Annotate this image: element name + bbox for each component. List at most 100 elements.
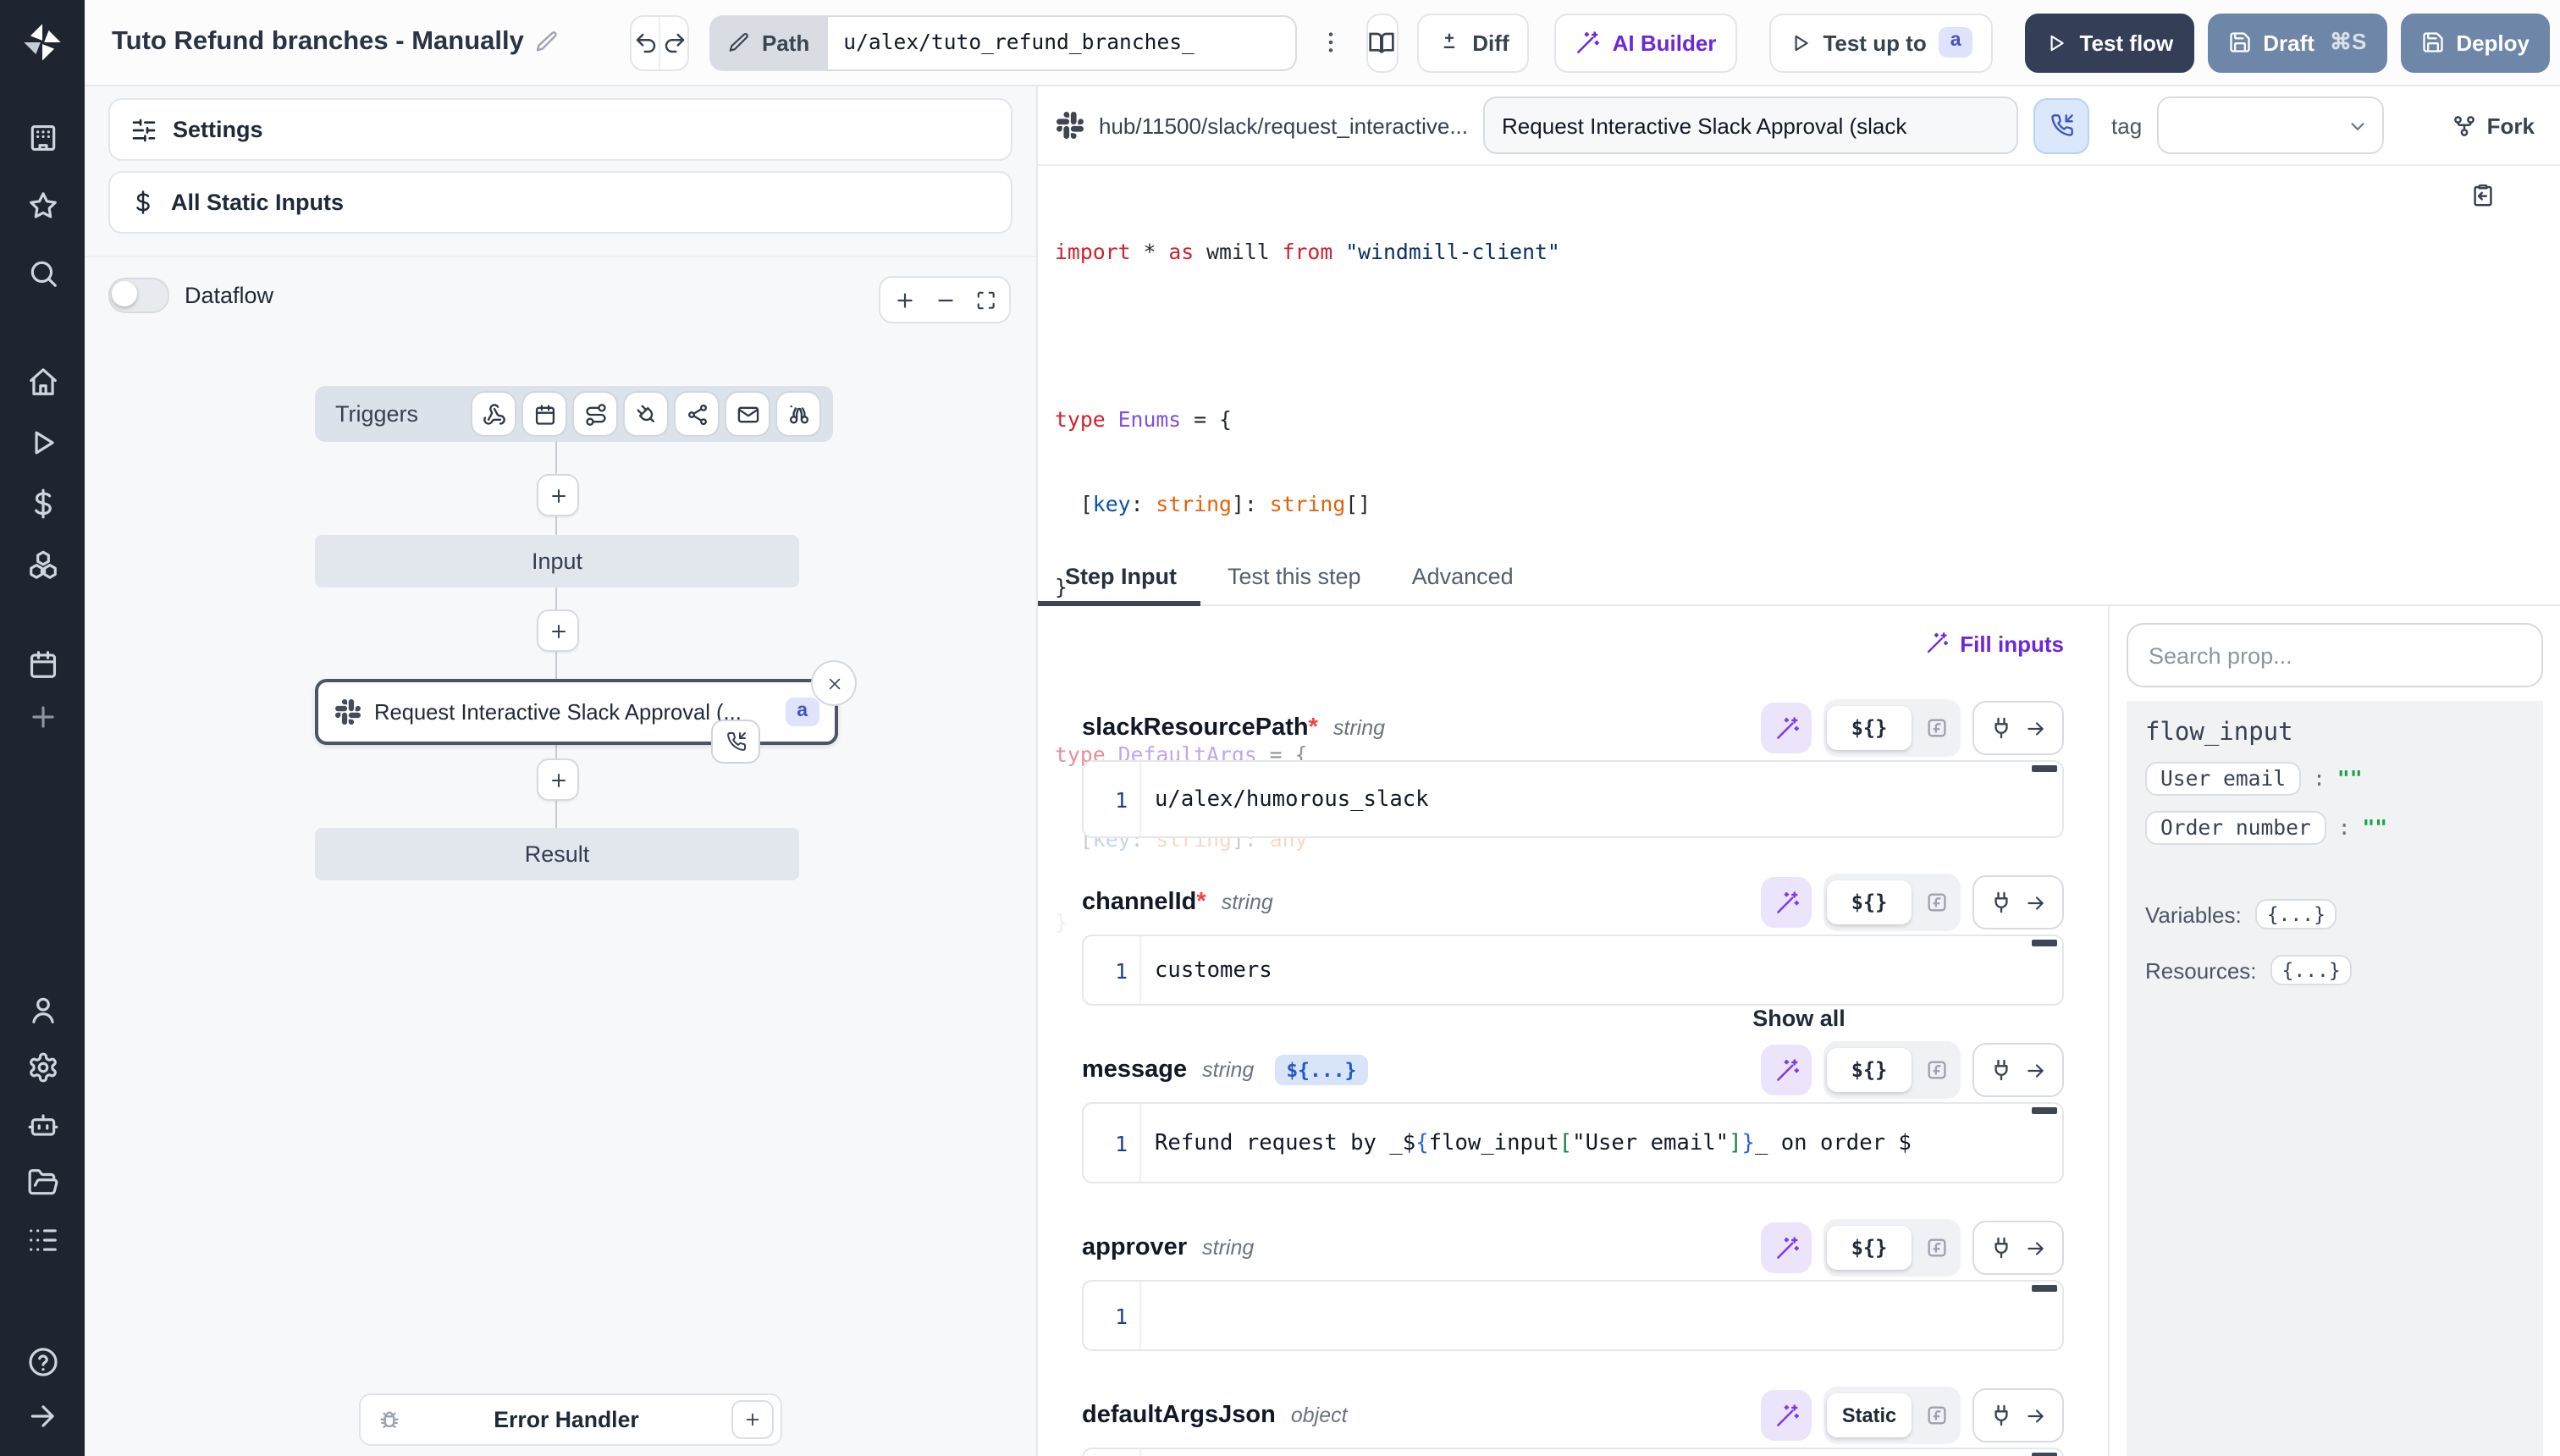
step-name-input[interactable]: Request Interactive Slack Approval (slac… [1483, 97, 2018, 154]
deploy-button[interactable]: Deploy [2400, 13, 2550, 72]
email-icon[interactable] [726, 393, 769, 435]
tab-test-this-step[interactable]: Test this step [1224, 549, 1365, 604]
editor-scroll-indicator [2032, 1107, 2057, 1114]
function-icon[interactable] [1915, 1048, 1957, 1092]
mode-expr-segment[interactable]: ${} [1827, 1048, 1912, 1092]
diff-button[interactable]: Diff [1416, 13, 1529, 72]
websocket-plug-icon[interactable] [625, 393, 667, 435]
connect-input-button[interactable] [1972, 1043, 2064, 1097]
more-options-kebab-icon[interactable] [1317, 17, 1344, 68]
flow-graph-panel: Settings All Static Inputs Dataflow [85, 86, 1038, 1456]
function-icon[interactable] [1915, 1226, 1957, 1270]
tag-label: tag [2111, 113, 2142, 138]
tag-select[interactable] [2157, 97, 2384, 154]
template-expression-badge: ${...} [1274, 1055, 1368, 1085]
test-flow-button[interactable]: Test flow [2026, 13, 2194, 72]
expand-sidebar-arrow-icon[interactable] [17, 1390, 68, 1441]
ai-builder-button[interactable]: AI Builder [1555, 13, 1737, 72]
divider [85, 256, 1036, 257]
slack-approval-node[interactable]: Request Interactive Slack Approval (... … [315, 679, 838, 745]
dataflow-toggle[interactable] [108, 278, 169, 313]
webhook-icon[interactable] [472, 393, 515, 435]
suspend-approval-phone-icon [711, 720, 760, 764]
tab-step-input[interactable]: Step Input [1062, 549, 1180, 604]
field-editor[interactable]: 1 [1082, 1280, 2064, 1351]
home-icon[interactable] [17, 356, 68, 406]
input-node[interactable]: Input [315, 535, 799, 587]
add-error-handler-button[interactable] [731, 1400, 774, 1439]
error-handler-node[interactable]: Error Handler [359, 1393, 782, 1446]
arrow-right-icon [2025, 1404, 2047, 1426]
add-step-button[interactable] [537, 609, 579, 652]
field-editor[interactable]: 1 u/alex/humorous_slack [1082, 760, 2064, 838]
connect-input-button[interactable] [1972, 1221, 2064, 1275]
triggers-node[interactable]: Triggers [315, 386, 833, 442]
draft-button[interactable]: Draft ⌘S [2207, 13, 2386, 72]
zoom-out-button[interactable] [926, 283, 963, 317]
kafka-icon[interactable] [676, 393, 718, 435]
undo-redo-group [631, 14, 689, 70]
field-name: defaultArgsJson [1082, 1402, 1276, 1429]
hub-script-path: hub/11500/slack/request_interactive... [1099, 113, 1468, 138]
settings-card[interactable]: Settings [108, 98, 1012, 161]
building-icon[interactable] [17, 112, 68, 163]
graph-zoom-controls [879, 276, 1011, 323]
field-editor[interactable]: 1 Refund request by _${flow_input["User … [1082, 1102, 2064, 1183]
editor-scroll-indicator [2032, 940, 2057, 946]
editor-scroll-indicator [2032, 1453, 2057, 1456]
add-step-button[interactable] [537, 758, 579, 801]
search-icon[interactable] [17, 247, 68, 298]
star-icon[interactable] [17, 179, 68, 230]
user-icon[interactable] [17, 984, 68, 1034]
show-all-button[interactable]: Show all [1752, 1005, 1846, 1030]
field-editor[interactable]: 1 [1082, 1448, 2064, 1456]
redo-button[interactable] [659, 16, 687, 69]
function-icon[interactable] [1915, 1393, 1957, 1437]
schedules-calendar-icon[interactable] [17, 638, 68, 689]
dataflow-label: Dataflow [185, 283, 273, 308]
arrow-right-icon [2025, 1237, 2047, 1259]
code-preview-section: import * as wmill from "windmill-client"… [1038, 166, 2560, 549]
resources-boxes-icon[interactable] [17, 538, 68, 589]
mode-static-segment[interactable]: Static [1827, 1393, 1912, 1437]
step-panel: hub/11500/slack/request_interactive... R… [1038, 86, 2560, 1456]
field-approver: approver string ${} [1082, 1227, 2064, 1351]
bot-icon[interactable] [17, 1099, 68, 1150]
variables-dollar-icon[interactable] [17, 477, 68, 528]
test-up-to-button[interactable]: Test up to a [1768, 13, 1993, 72]
poll-binoculars-icon[interactable] [777, 393, 819, 435]
gear-icon[interactable] [17, 1041, 68, 1092]
all-static-inputs-card[interactable]: All Static Inputs [108, 171, 1012, 234]
edit-title-pencil-icon[interactable] [536, 30, 560, 54]
field-editor[interactable]: 1 customers [1082, 935, 2064, 1006]
add-step-button[interactable] [537, 474, 579, 516]
fit-view-button[interactable] [967, 283, 1004, 317]
field-defaultArgsJson: defaultArgsJson object Static [1082, 1395, 2064, 1456]
windmill-logo-icon[interactable] [0, 0, 85, 85]
connect-input-button[interactable] [1972, 1388, 2064, 1442]
http-route-icon[interactable] [574, 393, 616, 435]
create-plus-icon[interactable] [17, 691, 68, 742]
input-mode-toggle: ${} [1823, 1041, 1961, 1099]
delete-node-button[interactable] [811, 660, 857, 706]
copy-code-clipboard-icon[interactable] [2470, 183, 2496, 208]
fork-button[interactable]: Fork [2452, 113, 2546, 138]
runs-play-icon[interactable] [17, 416, 68, 467]
ai-fill-wand-button[interactable] [1761, 1222, 1812, 1273]
suspend-approval-phone-button[interactable] [2033, 97, 2089, 153]
folder-open-icon[interactable] [17, 1156, 68, 1207]
tab-advanced[interactable]: Advanced [1409, 549, 1517, 604]
schedule-calendar-icon[interactable] [523, 393, 566, 435]
ai-fill-wand-button[interactable] [1761, 1045, 1812, 1095]
path-input[interactable]: u/alex/tuto_refund_branches_ [828, 14, 1297, 70]
undo-button[interactable] [632, 16, 659, 69]
slack-icon [1057, 112, 1084, 139]
editor-scroll-indicator [2032, 765, 2057, 772]
mode-expr-segment[interactable]: ${} [1827, 1226, 1912, 1270]
result-node[interactable]: Result [315, 828, 799, 880]
logs-list-icon[interactable] [17, 1214, 68, 1265]
ai-fill-wand-button[interactable] [1761, 1390, 1812, 1441]
zoom-in-button[interactable] [886, 283, 923, 317]
docs-book-button[interactable] [1366, 13, 1398, 72]
help-icon[interactable] [17, 1336, 68, 1387]
